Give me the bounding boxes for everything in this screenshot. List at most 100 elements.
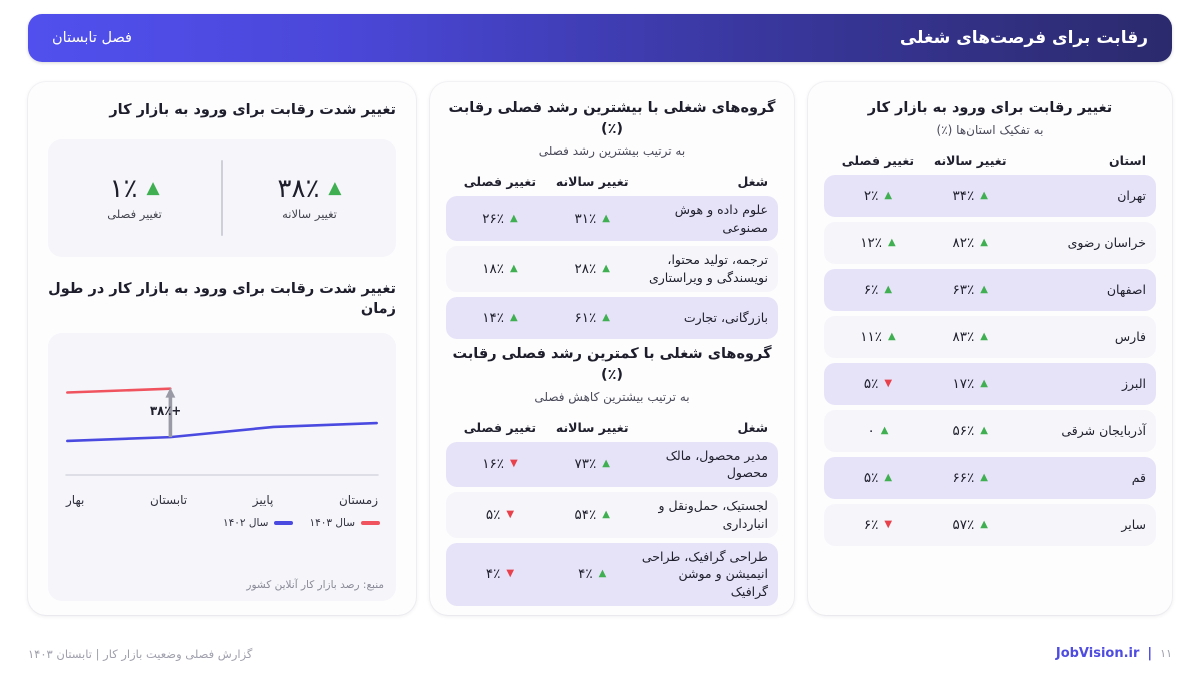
triangle-up-icon: ▲: [602, 263, 610, 275]
top-growth-rows: علوم داده و هوش مصنوعی ▲ ۳۱٪ ▲ ۲۶٪ ترجمه، تول…: [446, 195, 778, 339]
provinces-table: استان تغییر سالانه تغییر فصلی تهران ▲ ۳۴٪ ▲…: [824, 153, 1156, 551]
triangle-up-icon: ▲: [980, 471, 988, 483]
triangle-down-icon: ▼: [884, 518, 893, 530]
table-row: بازرگانی، تجارت ▲ ۶۱٪ ▲ ۱۴٪: [446, 296, 778, 339]
card-competition-intensity: تغییر شدت رقابت برای ورود به بازار کار ▲…: [28, 82, 416, 615]
row-yearly-value: ۶۶٪: [952, 469, 975, 486]
kpi-quarterly-label: تغییر فصلی: [107, 206, 162, 221]
legend-swatch-1402: [274, 520, 294, 525]
chart-title: تغییر شدت رقابت برای ورود به بازار کار د…: [48, 281, 396, 318]
row-yearly-value: ۶۱٪: [574, 309, 597, 326]
series-line-1403: [66, 386, 172, 394]
table-row: علوم داده و هوش مصنوعی ▲ ۳۱٪ ▲ ۲۶٪: [446, 195, 778, 242]
low-growth-title: گروه‌های شغلی با کمترین رشد فصلی رقابت (…: [452, 345, 772, 383]
row-quarterly-change: ▲ ۱۱٪: [834, 329, 922, 345]
brand-link[interactable]: JobVision.ir: [1056, 646, 1140, 661]
row-quarterly-change: ▼ ۵٪: [456, 507, 544, 523]
kpi-yearly: ▲ ۳۸٪ تغییر سالانه: [223, 176, 396, 221]
row-label: البرز: [1122, 375, 1146, 391]
triangle-down-icon: ▼: [509, 458, 518, 470]
row-label: بازرگانی، تجارت: [683, 309, 768, 325]
row-yearly-value: ۳۱٪: [574, 210, 597, 227]
row-label: اصفهان: [1106, 281, 1146, 297]
triangle-up-icon: ▲: [887, 330, 896, 342]
row-quarterly-value: ۲۶٪: [482, 210, 504, 227]
triangle-up-icon: ▲: [884, 283, 893, 295]
row-quarterly-value: ۶٪: [863, 281, 879, 298]
row-yearly-change: ▲ ۶۳٪: [922, 282, 1019, 298]
row-label: لجستیک، حمل‌ونقل و انبارداری: [658, 498, 768, 531]
row-yearly-change: ▲ ۳۱٪: [544, 211, 641, 227]
col-yearly: تغییر سالانه: [933, 152, 1007, 168]
row-yearly-change: ▲ ۶۱٪: [544, 310, 641, 326]
series-line-1402: [66, 421, 378, 442]
growth-annotation: +۳۸٪: [150, 403, 181, 418]
row-quarterly-change: ▲ ۱۴٪: [456, 310, 544, 326]
triangle-up-icon: ▲: [980, 236, 988, 248]
row-label: خراسان رضوی: [1067, 234, 1146, 250]
row-yearly-value: ۸۳٪: [952, 328, 975, 345]
row-yearly-value: ۸۲٪: [952, 234, 975, 251]
row-quarterly-change: ▼ ۴٪: [456, 566, 544, 582]
line-chart: +۳۸٪: [60, 347, 384, 487]
footer-separator: |: [1147, 646, 1153, 661]
row-yearly-value: ۴٪: [578, 566, 593, 583]
top-growth-title: گروه‌های شغلی با بیشترین رشد فصلی رقابت …: [448, 100, 776, 138]
chart-source: منبع: رصد بازار کار آنلاین کشور: [246, 579, 384, 591]
triangle-up-icon: ▲: [509, 311, 518, 323]
row-quarterly-change: ▲ ۲٪: [834, 188, 922, 204]
table-row: آذربایجان شرقی ▲ ۵۶٪ ▲ ۰: [824, 409, 1156, 452]
row-quarterly-value: ۶٪: [863, 516, 879, 533]
top-growth-table-header: شغل تغییر سالانه تغییر فصلی: [446, 174, 778, 196]
triangle-up-icon: ▲: [980, 283, 988, 295]
triangle-up-icon: ▲: [509, 263, 518, 275]
col-job: شغل: [737, 173, 768, 189]
triangle-up-icon: ▲: [602, 311, 610, 323]
triangle-down-icon: ▼: [506, 568, 515, 580]
table-row: سایر ▲ ۵۷٪ ▼ ۶٪: [824, 503, 1156, 546]
triangle-down-icon: ▼: [506, 508, 515, 520]
legend-label-1402: سال ۱۴۰۲: [222, 516, 269, 529]
row-quarterly-change: ▲ ۲۶٪: [456, 211, 544, 227]
card-job-groups: گروه‌های شغلی با بیشترین رشد فصلی رقابت …: [430, 82, 794, 615]
axis-label-spring: بهار: [66, 492, 85, 507]
table-row: تهران ▲ ۳۴٪ ▲ ۲٪: [824, 174, 1156, 217]
row-quarterly-change: ▲ ۱۲٪: [834, 235, 922, 251]
intensity-title: تغییر شدت رقابت برای ورود به بازار کار: [109, 102, 396, 118]
row-quarterly-change: ▲ ۵٪: [834, 470, 922, 486]
col-yearly: تغییر سالانه: [555, 173, 629, 189]
kpi-yearly-label: تغییر سالانه: [282, 206, 337, 221]
chart-axis-labels: زمستان پاییز تابستان بهار: [60, 487, 384, 507]
kpi-quarterly-value-wrap: ▲ ۱٪: [110, 176, 160, 202]
col-quarterly: تغییر فصلی: [463, 419, 537, 435]
row-yearly-change: ▲ ۵۷٪: [922, 517, 1019, 533]
axis-label-winter: زمستان: [338, 492, 378, 507]
row-quarterly-value: ۵٪: [863, 375, 879, 392]
triangle-up-icon: ▲: [598, 568, 607, 580]
low-growth-subtitle: به ترتیب بیشترین کاهش فصلی: [534, 389, 690, 404]
row-quarterly-value: ۴٪: [485, 566, 501, 583]
triangle-up-icon: ▲: [602, 212, 610, 224]
legend-swatch-1403: [361, 520, 380, 525]
row-quarterly-value: ۰: [867, 422, 875, 439]
slide-root: رقابت برای فرصت‌های شغلی فصل تابستان تغی…: [0, 0, 1200, 675]
kpi-panel: ▲ ۳۸٪ تغییر سالانه ▲ ۱٪ تغییر فصلی: [48, 139, 396, 258]
row-yearly-change: ▲ ۱۷٪: [922, 376, 1019, 392]
row-yearly-change: ▲ ۵۶٪: [922, 423, 1019, 439]
row-yearly-value: ۳۴٪: [952, 187, 975, 204]
triangle-up-icon: ▲: [146, 178, 160, 199]
table-row: طراحی گرافیک، طراحی انیمیشن و موشن گرافی…: [446, 542, 778, 606]
row-label: مدیر محصول، مالک محصول: [665, 447, 768, 481]
row-yearly-change: ▲ ۶۶٪: [922, 470, 1019, 486]
row-yearly-change: ▲ ۸۲٪: [922, 235, 1019, 251]
row-quarterly-value: ۵٪: [863, 469, 879, 486]
provinces-table-header: استان تغییر سالانه تغییر فصلی: [824, 153, 1156, 175]
low-growth-rows: مدیر محصول، مالک محصول ▲ ۷۳٪ ▼ ۱۶٪ لجستیک، حم…: [446, 441, 778, 606]
footer-report-label: گزارش فصلی وضعیت بازار کار | تابستان ۱۴۰…: [28, 646, 253, 661]
footer-brand-block: JobVision.ir | ۱۱: [1056, 646, 1172, 661]
col-province: استان: [1108, 152, 1146, 168]
table-row: لجستیک، حمل‌ونقل و انبارداری ▲ ۵۴٪ ▼ ۵٪: [446, 492, 778, 538]
table-row: ترجمه، تولید محتوا، نویسندگی و ویراستاری…: [446, 246, 778, 292]
line-chart-svg: +۳۸٪: [65, 386, 379, 476]
row-quarterly-change: ▲ ۰: [834, 423, 922, 439]
